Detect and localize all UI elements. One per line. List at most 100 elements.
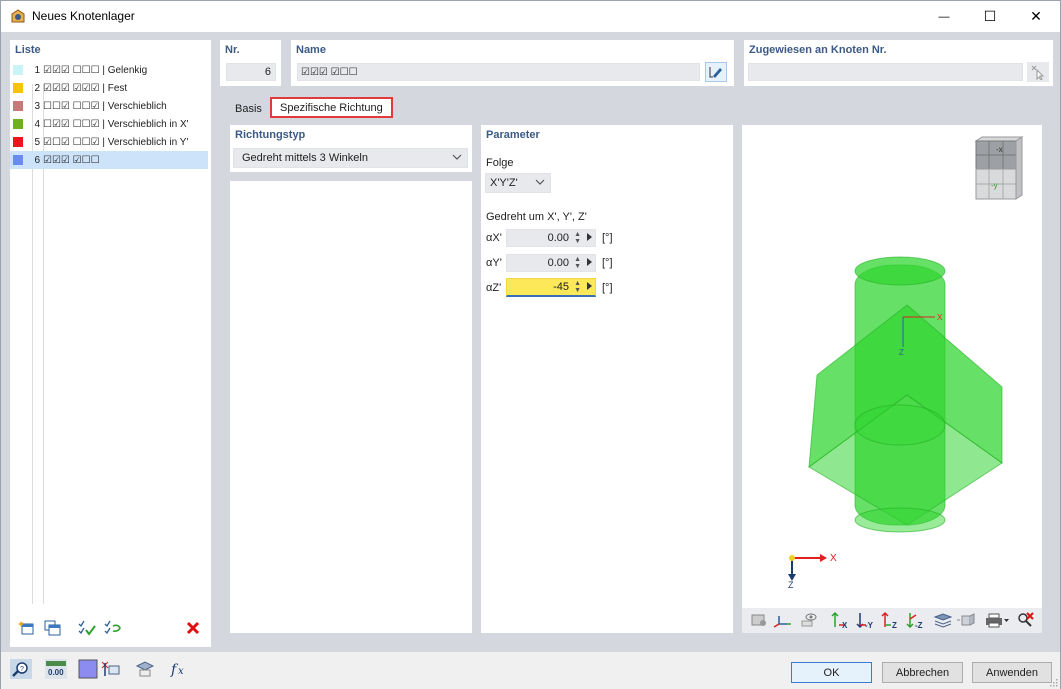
edit-name-button[interactable]	[705, 62, 727, 82]
visibility-button[interactable]	[798, 610, 820, 630]
reset-view-button[interactable]	[1014, 610, 1036, 630]
3d-view-panel: -x -y X Z X Z X -Y Z -Z	[742, 125, 1042, 633]
close-button[interactable]: ✕	[1013, 1, 1059, 32]
name-panel: Name ☑☑☑ ☑☐☐	[291, 40, 734, 86]
print-button[interactable]	[982, 610, 1012, 630]
apply-label: Anwenden	[986, 666, 1038, 679]
list-item-number: 6	[34, 154, 40, 166]
toggle-check-button[interactable]	[102, 618, 124, 638]
folge-select[interactable]: X'Y'Z'	[485, 173, 551, 193]
list-item-label: ☑☐☑ ☐☐☑ | Verschieblich in Y'	[43, 136, 189, 148]
alpha-y-value: 0.00	[547, 257, 569, 269]
list-item-selected[interactable]: 6 ☑☑☑ ☑☐☐	[10, 151, 208, 169]
assigned-field[interactable]	[748, 63, 1023, 81]
list-item[interactable]: 5 ☑☐☑ ☐☐☑ | Verschieblich in Y'	[10, 133, 208, 151]
parameter-label: Parameter	[486, 129, 540, 141]
formula-button[interactable]: fx	[168, 659, 190, 679]
cancel-button[interactable]: Abbrechen	[882, 662, 963, 683]
view-minus-y-label: -Y	[865, 621, 874, 629]
view-settings-button[interactable]	[748, 610, 770, 630]
pick-node-button[interactable]	[1027, 62, 1049, 82]
printer-icon	[986, 613, 1009, 628]
render-mode-button[interactable]	[956, 610, 978, 630]
nr-value: 6	[264, 66, 271, 78]
name-field[interactable]: ☑☑☑ ☑☐☐	[297, 63, 700, 81]
layers-button[interactable]	[932, 610, 954, 630]
svg-text:?: ?	[20, 666, 24, 673]
new-item-icon	[18, 621, 34, 635]
list-item[interactable]: 1 ☑☑☑ ☐☐☐ | Gelenkig	[10, 61, 208, 79]
color-swatch	[13, 65, 23, 75]
list-item-number: 3	[34, 100, 40, 112]
color-swatch	[13, 101, 23, 111]
node-select-button[interactable]	[99, 659, 121, 679]
view-minus-y-button[interactable]: -Y	[855, 610, 877, 630]
units-button[interactable]: 0.00	[45, 659, 67, 679]
color-button[interactable]	[77, 659, 99, 679]
tab-label: Basis	[235, 102, 262, 115]
spinner-arrows-icon[interactable]: ▲ ▼	[574, 231, 581, 245]
title-bar: Neues Knotenlager — ☐ ✕	[1, 1, 1060, 32]
richtungstyp-panel: Richtungstyp Gedreht mittels 3 Winkeln	[230, 125, 472, 172]
chevron-down-icon	[452, 154, 462, 160]
nr-label: Nr.	[225, 44, 240, 56]
list-item-number: 4	[34, 118, 40, 130]
play-arrow-icon[interactable]	[587, 233, 592, 241]
list-item-label: ☑☑☑ ☑☑☑ | Fest	[43, 82, 128, 94]
alpha-y-input[interactable]: 0.00 ▲ ▼	[506, 254, 596, 272]
maximize-button[interactable]: ☐	[967, 1, 1013, 32]
spinner-arrows-icon[interactable]: ▲ ▼	[574, 280, 581, 294]
edit-icon	[709, 67, 722, 78]
alpha-x-input[interactable]: 0.00 ▲ ▼	[506, 229, 596, 247]
alpha-z-input[interactable]: -45 ▲ ▼	[506, 278, 596, 297]
list-item-number: 1	[34, 64, 40, 76]
play-arrow-icon[interactable]	[587, 282, 592, 290]
resize-grip-icon[interactable]	[1048, 677, 1058, 687]
eye-icon	[801, 613, 817, 627]
list-item[interactable]: 3 ☐☐☑ ☐☐☑ | Verschieblich	[10, 97, 208, 115]
copy-item-button[interactable]	[42, 618, 64, 638]
view-cube-icon[interactable]: -x -y	[970, 135, 1028, 205]
richtungstyp-value: Gedreht mittels 3 Winkeln	[242, 152, 368, 164]
list-item-label: ☑☑☑ ☑☐☐	[43, 154, 100, 166]
name-value: ☑☑☑ ☑☐☐	[301, 67, 358, 78]
spinner-arrows-icon[interactable]: ▲ ▼	[574, 256, 581, 270]
formula-icon: fx	[170, 662, 184, 678]
delete-button[interactable]	[182, 618, 204, 638]
list-title: Liste	[15, 44, 41, 56]
box-icon	[957, 613, 975, 626]
apply-button[interactable]: Anwenden	[972, 662, 1052, 683]
nr-field[interactable]: 6	[226, 63, 276, 81]
cube-face-top: -x	[996, 145, 1003, 154]
axis-display-button[interactable]	[772, 610, 794, 630]
ok-button[interactable]: OK	[791, 662, 872, 683]
new-item-button[interactable]	[16, 618, 38, 638]
play-arrow-icon[interactable]	[587, 258, 592, 266]
view-axis-icon: -Z	[906, 613, 923, 629]
minimize-button[interactable]: —	[921, 1, 967, 32]
alpha-z-unit: [°]	[602, 282, 613, 294]
view-axis-icon: X	[831, 611, 848, 629]
empty-panel	[230, 181, 472, 633]
view-minus-z-button[interactable]: -Z	[905, 610, 927, 630]
list-item-label: ☐☑☑ ☐☐☑ | Verschieblich in X'	[43, 118, 189, 130]
assigned-panel: Zugewiesen an Knoten Nr.	[744, 40, 1053, 86]
view-axis-icon: Z	[881, 611, 897, 629]
view-minus-z-label: -Z	[915, 621, 923, 629]
color-swatch	[13, 83, 23, 93]
display-button[interactable]	[134, 659, 156, 679]
list-item[interactable]: 4 ☐☑☑ ☐☐☑ | Verschieblich in X'	[10, 115, 208, 133]
help-button[interactable]: ?	[10, 659, 32, 679]
tab-spezifische-richtung[interactable]: Spezifische Richtung	[270, 97, 393, 118]
support-3d-model: X Z	[808, 256, 1003, 533]
check-all-button[interactable]	[76, 618, 98, 638]
ok-label: OK	[823, 666, 840, 679]
view-z-button[interactable]: Z	[880, 610, 902, 630]
view-x-button[interactable]: X	[830, 610, 852, 630]
richtungstyp-select[interactable]: Gedreht mittels 3 Winkeln	[233, 148, 468, 168]
close-icon: ✕	[1030, 8, 1042, 24]
local-axis-x-label: X	[937, 313, 943, 322]
list-item[interactable]: 2 ☑☑☑ ☑☑☑ | Fest	[10, 79, 208, 97]
tab-basis[interactable]: Basis	[227, 98, 270, 119]
view-toolbar: X -Y Z -Z	[742, 608, 1042, 633]
